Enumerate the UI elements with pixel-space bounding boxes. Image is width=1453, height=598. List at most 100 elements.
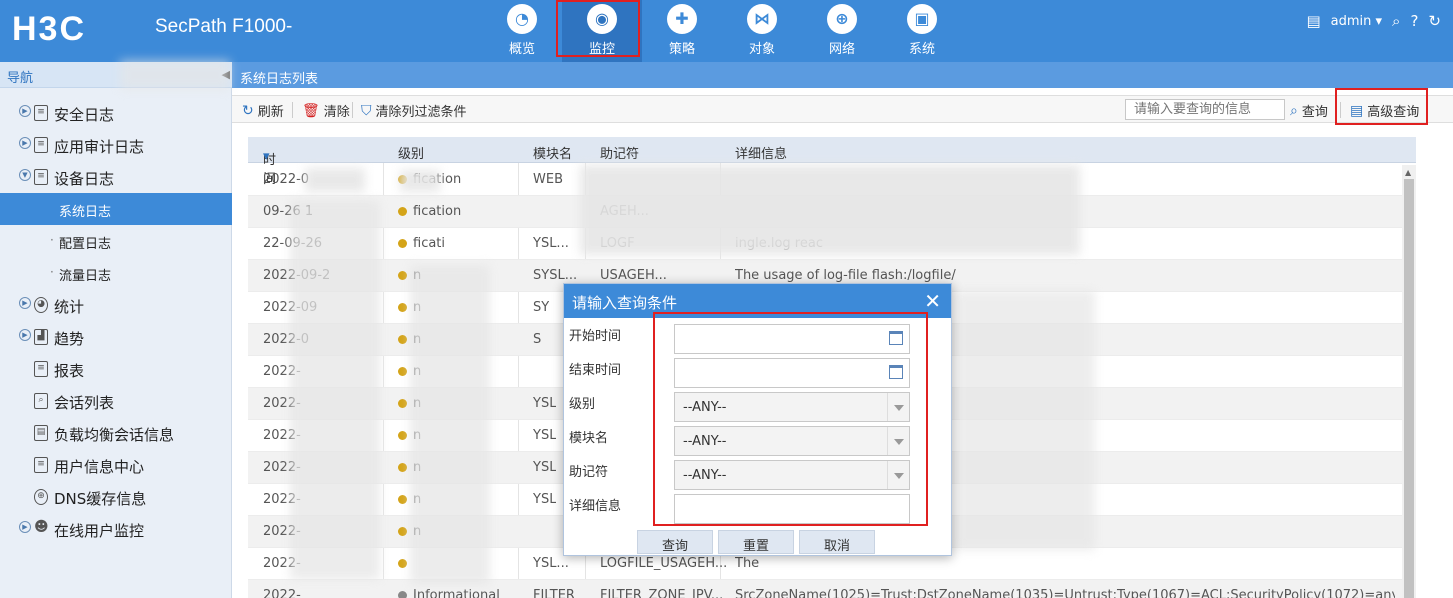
dns-icon: ⊕ [34, 489, 48, 505]
clear-filter-button[interactable]: ⛉ 清除列过滤条件 [361, 101, 467, 121]
clear-label: 清除 [323, 105, 350, 120]
level-text: fication [413, 204, 462, 219]
sidebar-item-trend[interactable]: ▶ ▟ 趋势 [0, 321, 232, 353]
sidebar-item-label: DNS缓存信息 [54, 490, 147, 508]
cancel-button[interactable]: 取消 [799, 530, 875, 554]
level-text: Informational [413, 588, 500, 598]
module-object[interactable]: ⋈ 对象 [722, 0, 802, 62]
module-network[interactable]: ⊕ 网络 [802, 0, 882, 62]
column-header-mnemonic[interactable]: 助记符 [600, 143, 639, 162]
username: admin [1330, 13, 1372, 29]
module-label: 网络 [828, 42, 855, 57]
sidebar-item-lb-session[interactable]: ▤ 负载均衡会话信息 [0, 417, 232, 449]
sidebar-item-label: 报表 [54, 362, 85, 380]
log-icon: ≡ [34, 137, 48, 153]
save-icon[interactable]: ▤ [1306, 12, 1320, 30]
sort-icon: ▾ [263, 149, 270, 164]
cell-detail: The usage of log-file flash:/logfile/ [735, 268, 956, 283]
sidebar-item-label: 安全日志 [54, 106, 115, 124]
module-policy[interactable]: ✚ 策略 [642, 0, 722, 62]
user-icon: ☻ [34, 519, 49, 535]
expand-icon[interactable]: ▶ [19, 105, 31, 117]
cell-time: 2022-0 [263, 172, 310, 187]
log-icon: ≡ [34, 169, 48, 185]
module-overview[interactable]: ◔ 概览 [482, 0, 562, 62]
logout-icon[interactable]: ↻ [1428, 12, 1441, 30]
expand-icon[interactable]: ▶ [19, 137, 31, 149]
sidebar-item-security-log[interactable]: ▶ ≡ 安全日志 [0, 97, 232, 129]
scroll-up-icon[interactable]: ▲ [1405, 168, 1411, 177]
sidebar-item-label: 会话列表 [54, 394, 115, 412]
user-area: ▤ admin ▾ ⌕ ? ↻ [1306, 12, 1441, 30]
sidebar-item-device-log[interactable]: ▼ ≡ 设备日志 [0, 161, 232, 193]
level-dot-icon [398, 399, 407, 408]
redaction-blur [955, 290, 1095, 550]
level-dot-icon [398, 239, 407, 248]
redaction-blur [410, 265, 490, 585]
clear-button[interactable]: 🗑 清除 [302, 101, 350, 121]
sidebar-item-label: 趋势 [54, 330, 85, 348]
level-dot-icon [398, 271, 407, 280]
expand-icon[interactable]: ▶ [19, 521, 31, 533]
reset-button[interactable]: 重置 [718, 530, 794, 554]
divider [352, 102, 353, 118]
module-system[interactable]: ▣ 系统 [882, 0, 962, 62]
level-dot-icon [398, 335, 407, 344]
sidebar-item-dns-cache[interactable]: ⊕ DNS缓存信息 [0, 481, 232, 513]
highlight-box-advanced [1335, 88, 1428, 125]
cell-level: ficati [398, 236, 445, 251]
user-menu[interactable]: admin ▾ [1331, 14, 1382, 29]
search-icon: ⌕ [1290, 102, 1298, 119]
close-icon[interactable]: ✕ [924, 289, 941, 313]
search-input[interactable] [1125, 99, 1285, 120]
refresh-label: 刷新 [257, 105, 284, 120]
sidebar-item-session-list[interactable]: ⌕ 会话列表 [0, 385, 232, 417]
cell-module: SYSL... [533, 268, 578, 283]
product-name: SecPath F1000- [155, 16, 293, 37]
column-header-level[interactable]: 级别 [398, 143, 424, 162]
scrollbar-thumb[interactable] [1404, 179, 1414, 598]
column-header-detail[interactable]: 详细信息 [735, 143, 787, 162]
refresh-button[interactable]: ↻ 刷新 [242, 101, 284, 121]
sidebar-item-system-log[interactable]: 系统日志 [0, 193, 232, 225]
redaction-blur [120, 60, 230, 90]
expand-icon[interactable]: ▶ [19, 329, 31, 341]
sidebar-item-label: 配置日志 [59, 237, 112, 252]
filter-icon: ⛉ [361, 102, 372, 119]
sidebar-item-online-users[interactable]: ▶ ☻ 在线用户监控 [0, 513, 232, 545]
redaction-blur [290, 200, 380, 580]
collapse-node-icon[interactable]: ▼ [19, 169, 31, 181]
cell-mnemonic: USAGEH... [600, 268, 667, 283]
shield-icon: ✚ [667, 4, 697, 34]
sidebar-item-user-info-center[interactable]: ≡ 用户信息中心 [0, 449, 232, 481]
sidebar-item-config-log[interactable]: · 配置日志 [0, 225, 232, 257]
end-time-label: 结束时间 [569, 363, 622, 378]
breadcrumb-label: 系统日志列表 [240, 72, 319, 87]
sidebar-item-report[interactable]: ≡ 报表 [0, 353, 232, 385]
sidebar-item-app-audit-log[interactable]: ▶ ≡ 应用审计日志 [0, 129, 232, 161]
redaction-blur [400, 170, 440, 192]
bullet-icon: · [50, 265, 54, 279]
column-header-module[interactable]: 模块名 [533, 143, 572, 162]
level-dot-icon [398, 207, 407, 216]
pie-chart-icon: ◕ [34, 297, 48, 313]
search-button[interactable]: ⌕ 查询 [1290, 101, 1328, 121]
breadcrumb: 系统日志列表 [232, 62, 1453, 88]
sidebar: ▶ ≡ 安全日志 ▶ ≡ 应用审计日志 ▼ ≡ 设备日志 系统日志 · 配置日志… [0, 88, 232, 598]
query-button[interactable]: 查询 [637, 530, 713, 554]
level-dot-icon [398, 303, 407, 312]
level-dot-icon [398, 495, 407, 504]
help-icon[interactable]: ? [1410, 12, 1418, 30]
clear-filter-label: 清除列过滤条件 [375, 105, 467, 120]
divider [292, 102, 293, 118]
search-icon[interactable]: ⌕ [1392, 12, 1400, 30]
vertical-scrollbar[interactable]: ▲ [1402, 165, 1416, 598]
cell-time: 2022- [263, 588, 301, 598]
sidebar-item-statistics[interactable]: ▶ ◕ 统计 [0, 289, 232, 321]
level-dot-icon [398, 559, 407, 568]
sidebar-item-traffic-log[interactable]: · 流量日志 [0, 257, 232, 289]
expand-icon[interactable]: ▶ [19, 297, 31, 309]
level-text: ficati [413, 236, 446, 251]
sidebar-item-label: 用户信息中心 [54, 458, 145, 476]
sidebar-item-label: 在线用户监控 [54, 522, 145, 540]
